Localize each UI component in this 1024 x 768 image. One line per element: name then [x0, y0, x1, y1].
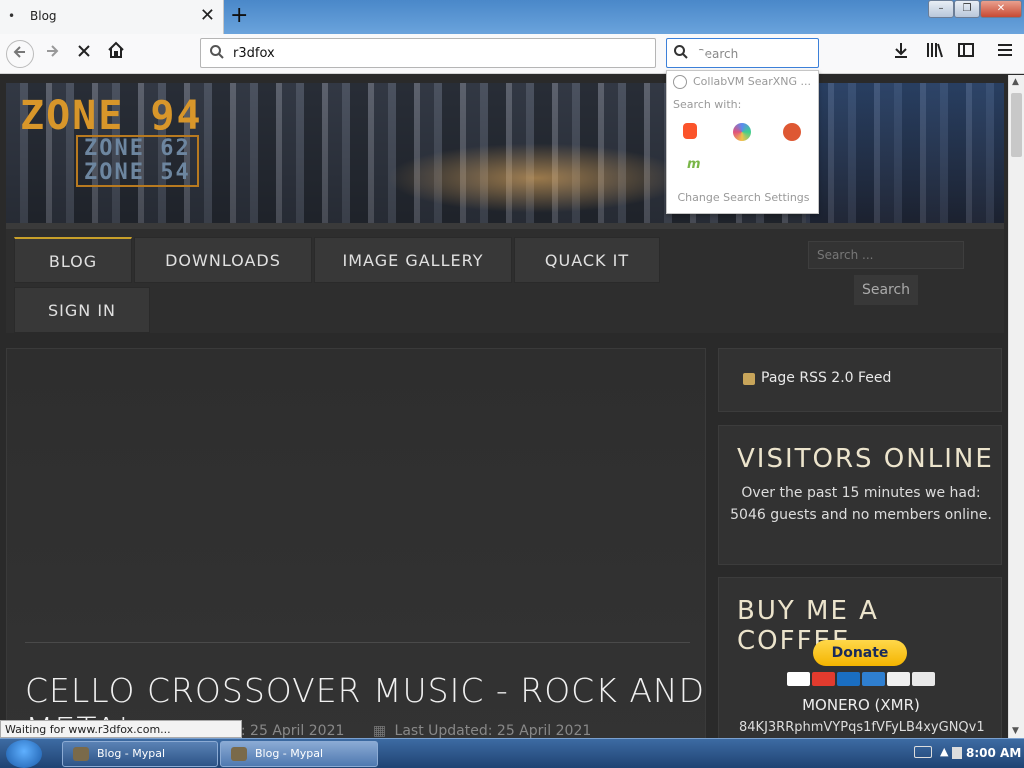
calendar-icon: ▦ [372, 723, 387, 738]
taskbar-window-label: Blog - Mypal [255, 747, 324, 760]
tab-close-icon[interactable]: ✕ [200, 5, 215, 26]
site-search-input[interactable]: Search ... [808, 241, 964, 269]
stop-loading-icon[interactable] [70, 40, 98, 68]
visitors-widget: VISITORS ONLINE Over the past 15 minutes… [718, 425, 1002, 565]
site-banner: ZONE 94 ZONE 62 ZONE 54 [6, 83, 1004, 223]
site-logo[interactable]: ZONE 94 [20, 93, 203, 139]
forward-arrow-icon[interactable] [38, 40, 66, 68]
post-meta: d: 25 April 2021 ▦ Last Updated: 25 Apri… [232, 723, 591, 738]
search-engine-popup: CollabVM SearXNG ... Search with: m Chan… [666, 70, 819, 214]
tab-loading-indicator: • [8, 9, 16, 23]
scroll-down-icon[interactable]: ▼ [1012, 726, 1019, 736]
taskbar-window-button[interactable]: Blog - Mypal [62, 741, 218, 767]
mojeek-search-icon[interactable]: m [687, 157, 705, 175]
post-date: d: 25 April 2021 [232, 723, 345, 738]
taskbar-clock[interactable]: 8:00 AM [966, 746, 1021, 760]
taskbar-window-label: Blog - Mypal [97, 747, 166, 760]
library-icon[interactable] [926, 42, 944, 62]
new-tab-button[interactable]: + [230, 3, 248, 28]
mastercard-icon [812, 672, 835, 686]
scrollbar-thumb[interactable] [1011, 93, 1022, 157]
bank-icon [912, 672, 935, 686]
search-engine-icon[interactable] [673, 44, 689, 64]
rss-link[interactable]: Page RSS 2.0 Feed [761, 370, 891, 386]
download-icon[interactable] [893, 42, 909, 62]
hamburger-menu-icon[interactable] [997, 42, 1013, 63]
amex-icon [862, 672, 885, 686]
default-engine-label: CollabVM SearXNG ... [693, 75, 812, 88]
home-icon[interactable] [102, 40, 130, 68]
scroll-up-icon[interactable]: ▲ [1012, 77, 1019, 87]
nav-item-sign-in[interactable]: SIGN IN [14, 287, 150, 333]
globe-icon [673, 75, 687, 89]
browser-tab[interactable]: • Blog ✕ [0, 0, 224, 34]
rss-icon [743, 373, 755, 385]
monero-address: 84KJ3RRphmVYPqs1fVFyLB4xyGNQv1 [739, 720, 985, 735]
taskbar-window-button-active[interactable]: Blog - Mypal [220, 741, 378, 767]
visa-icon [787, 672, 810, 686]
post-updated: Last Updated: 25 April 2021 [394, 723, 592, 738]
donate-button[interactable]: Donate [813, 640, 907, 666]
site-logo-sub: ZONE 62 ZONE 54 [76, 135, 199, 187]
tab-strip: • Blog ✕ + – ❐ ✕ [0, 0, 1024, 34]
nav-item-blog[interactable]: BLOG [14, 237, 132, 283]
status-tooltip: Waiting for www.r3dfox.com... [0, 720, 242, 738]
discover-icon [887, 672, 910, 686]
qwant-search-icon[interactable] [733, 123, 751, 141]
search-icon [209, 44, 225, 64]
logo-sub-line: ZONE 54 [84, 160, 191, 185]
window-maximize-button[interactable]: ❐ [954, 0, 980, 18]
rss-widget: Page RSS 2.0 Feed [718, 348, 1002, 412]
nav-item-downloads[interactable]: DOWNLOADS [134, 237, 312, 283]
duckduckgo-search-icon[interactable] [783, 123, 801, 141]
tray-expand-icon[interactable]: ▲ [940, 745, 948, 758]
address-bar-value: r3dfox [233, 46, 275, 61]
divider [25, 642, 690, 643]
keyboard-icon[interactable] [914, 746, 932, 758]
window-minimize-button[interactable]: – [928, 0, 954, 18]
widget-title: VISITORS ONLINE [737, 444, 994, 474]
browser-icon [231, 747, 247, 761]
browser-search-input[interactable]: Search [666, 38, 819, 68]
banner-light-glow [386, 143, 686, 213]
change-search-settings-button[interactable]: Change Search Settings [667, 191, 820, 204]
tab-title: Blog [30, 9, 57, 23]
brave-search-icon[interactable] [683, 123, 697, 139]
site-search-button[interactable]: Search [854, 275, 918, 305]
address-bar[interactable]: r3dfox [200, 38, 656, 68]
search-with-label: Search with: [673, 98, 742, 111]
navigation-toolbar: r3dfox Search [0, 34, 1024, 74]
page-scrollbar[interactable]: ▲ ▼ [1008, 75, 1024, 738]
visitors-text: Over the past 15 minutes we had: 5046 gu… [730, 485, 992, 523]
payment-cards [787, 672, 935, 688]
action-center-flag-icon[interactable] [952, 747, 962, 759]
page-viewport: ZONE 94 ZONE 62 ZONE 54 BLOG DOWNLOADS I… [0, 75, 1008, 738]
main-content: CELLO CROSSOVER MUSIC - ROCK AND METAL d… [6, 348, 706, 738]
window-close-button[interactable]: ✕ [980, 0, 1022, 18]
nav-item-image-gallery[interactable]: IMAGE GALLERY [314, 237, 512, 283]
maestro-icon [837, 672, 860, 686]
coffee-widget: BUY ME A COFFEE Donate MONERO (XMR) 84KJ… [718, 577, 1002, 738]
monero-label: MONERO (XMR) [802, 696, 920, 714]
start-button[interactable] [6, 740, 42, 768]
default-search-engine[interactable]: CollabVM SearXNG ... [673, 75, 811, 89]
logo-sub-line: ZONE 62 [84, 136, 191, 161]
taskbar: Blog - Mypal Blog - Mypal ▲ 8:00 AM [0, 738, 1024, 768]
back-arrow-icon[interactable] [6, 40, 34, 68]
sidebar-icon[interactable] [958, 42, 974, 62]
browser-icon [73, 747, 89, 761]
banner-sky-overlay [806, 83, 1004, 223]
nav-item-quack-it[interactable]: QUACK IT [514, 237, 660, 283]
site-nav-menu: BLOG DOWNLOADS IMAGE GALLERY QUACK IT SI… [6, 223, 1004, 333]
